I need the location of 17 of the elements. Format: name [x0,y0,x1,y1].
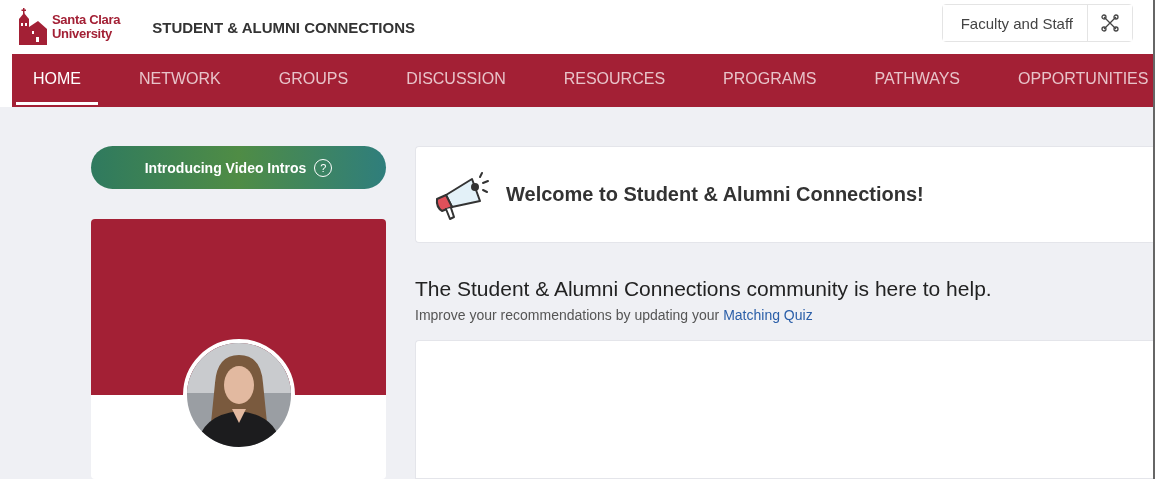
nav-tab[interactable]: DISCUSSION [389,54,523,105]
nav-tab[interactable]: RESOURCES [546,54,683,105]
video-intros-button[interactable]: Introducing Video Intros ? [91,146,386,189]
nav-tab[interactable]: PROGRAMS [706,54,834,105]
welcome-title: Welcome to Student & Alumni Connections! [506,183,924,206]
matching-quiz-link[interactable]: Matching Quiz [723,307,813,323]
nav-tab[interactable]: NETWORK [122,54,238,105]
tools-icon [1101,14,1119,33]
nav-tab[interactable]: PATHWAYS [857,54,978,105]
section-heading: The Student & Alumni Connections community is here to help. [415,277,993,301]
logo-text: Santa Clara University [52,13,121,42]
nav-tab[interactable]: OPPORTUNITIES [1001,54,1153,105]
recommendation-text: Improve your recommendations by updating your Matching Quiz [415,307,814,323]
role-button[interactable]: Faculty and Staff [942,5,1088,42]
nav-tab[interactable]: GROUPS [261,54,366,105]
mission-church-icon [16,7,48,48]
site-title: STUDENT & ALUMNI CONNECTIONS [152,18,415,36]
